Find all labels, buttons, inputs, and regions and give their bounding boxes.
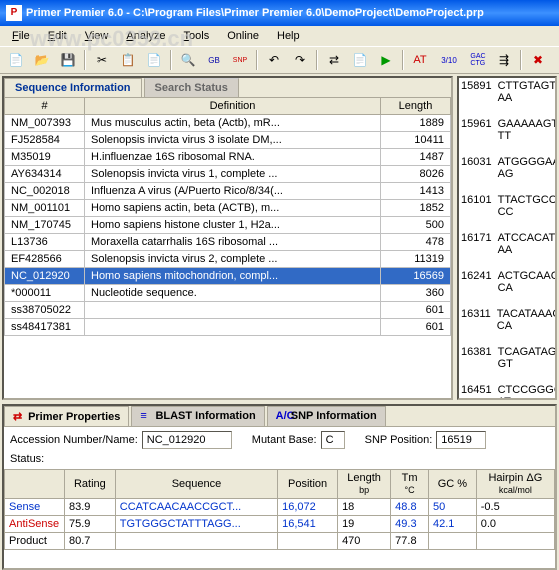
tab-snp-info[interactable]: A/C SNP Information <box>267 406 386 426</box>
tool-play[interactable]: ▶ <box>374 49 398 71</box>
separator <box>84 50 86 70</box>
tab-search-status[interactable]: Search Status <box>144 78 239 97</box>
table-row[interactable]: NM_170745Homo sapiens histone cluster 1,… <box>5 217 451 234</box>
bottom-pane: ⇄ Primer Properties ≡ BLAST Information … <box>2 404 557 570</box>
primer-row[interactable]: Sense83.9CCATCAACAACCGCT...16,0721848.85… <box>5 499 555 516</box>
tool-cut[interactable]: ✂ <box>90 49 114 71</box>
menu-file[interactable]: File <box>4 28 38 44</box>
pcol-len[interactable]: Lengthbp <box>338 470 391 499</box>
tool-at[interactable]: AT <box>408 49 432 71</box>
tool-paste[interactable]: 📄 <box>142 49 166 71</box>
sequence-line: 15961GAAAAAGTCT TT <box>461 118 553 142</box>
window-title: Primer Premier 6.0 - C:\Program Files\Pr… <box>26 7 484 19</box>
acc-label: Accession Number/Name: <box>10 434 138 446</box>
sequence-line: 16031ATGGGGAAGC AG <box>461 156 553 180</box>
table-row[interactable]: AY634314Solenopsis invicta virus 1, comp… <box>5 166 451 183</box>
sequence-line: 16101TTACTGCCAG CC <box>461 194 553 218</box>
table-row[interactable]: M35019H.influenzae 16S ribosomal RNA.148… <box>5 149 451 166</box>
tool-open[interactable]: 📂 <box>30 49 54 71</box>
table-row[interactable]: NC_002018Influenza A virus (A/Puerto Ric… <box>5 183 451 200</box>
tool-ratio[interactable]: 3/10 <box>434 49 464 71</box>
status-label: Status: <box>10 453 44 465</box>
col-def[interactable]: Definition <box>85 98 381 115</box>
app-icon: P <box>6 5 22 21</box>
table-row[interactable]: ss38705022601 <box>5 302 451 319</box>
sequence-table: # Definition Length NM_007393Mus musculu… <box>4 97 451 336</box>
sequence-viewer[interactable]: 15891CTTGTAGTAT AA 15961GAAAAAGTCT TT 1603… <box>457 76 557 400</box>
tool-gac[interactable]: GACCTG <box>466 49 490 71</box>
table-row[interactable]: NM_001101Homo sapiens actin, beta (ACTB)… <box>5 200 451 217</box>
pcol-blank[interactable] <box>5 470 65 499</box>
tool-new[interactable]: 📄 <box>4 49 28 71</box>
acc-input[interactable] <box>142 431 232 449</box>
col-len[interactable]: Length <box>381 98 451 115</box>
menu-view[interactable]: View <box>77 28 117 44</box>
menu-edit[interactable]: Edit <box>40 28 75 44</box>
tab-primer-properties[interactable]: ⇄ Primer Properties <box>4 406 129 426</box>
separator <box>170 50 172 70</box>
tool-save[interactable]: 💾 <box>56 49 80 71</box>
pcol-rating[interactable]: Rating <box>65 470 116 499</box>
sequence-line: 16381TCAGATAGGG GT <box>461 346 553 370</box>
separator <box>520 50 522 70</box>
menu-tools[interactable]: Tools <box>176 28 218 44</box>
separator <box>316 50 318 70</box>
menu-analyze[interactable]: Analyze <box>118 28 173 44</box>
mut-label: Mutant Base: <box>252 434 317 446</box>
primer-table: Rating Sequence Position Lengthbp Tm°C G… <box>4 469 555 550</box>
col-num[interactable]: # <box>5 98 85 115</box>
snp-input[interactable] <box>436 431 486 449</box>
tool-copy[interactable]: 📋 <box>116 49 140 71</box>
primer-row[interactable]: Product80.747077.8 <box>5 533 555 550</box>
pcol-seq[interactable]: Sequence <box>115 470 277 499</box>
separator <box>256 50 258 70</box>
separator <box>402 50 404 70</box>
primer-row[interactable]: AntiSense75.9TGTGGGCTATTTAGG...16,541194… <box>5 516 555 533</box>
menu-help[interactable]: Help <box>269 28 308 44</box>
pcol-gc[interactable]: GC % <box>429 470 477 499</box>
pcol-tm[interactable]: Tm°C <box>391 470 429 499</box>
pcol-pos[interactable]: Position <box>278 470 338 499</box>
tool-gb[interactable]: GB <box>202 49 226 71</box>
toolbar: 📄 📂 💾 ✂ 📋 📄 🔍 GB SNP ↶ ↷ ⇄ 📄 ▶ AT 3/10 G… <box>0 46 559 74</box>
left-pane: Sequence Information Search Status # Def… <box>2 76 453 400</box>
sequence-line: 16171ATCCACATCA AA <box>461 232 553 256</box>
table-row[interactable]: ss48417381601 <box>5 319 451 336</box>
table-row[interactable]: FJ528584Solenopsis invicta virus 3 isola… <box>5 132 451 149</box>
tool-snp[interactable]: SNP <box>228 49 252 71</box>
pcol-hp[interactable]: Hairpin ΔGkcal/mol <box>476 470 554 499</box>
tool-undo[interactable]: ↶ <box>262 49 286 71</box>
snp-label: SNP Position: <box>365 434 433 446</box>
tool-close[interactable]: ✖ <box>526 49 550 71</box>
tab-sequence-info[interactable]: Sequence Information <box>4 78 142 97</box>
tool-search[interactable]: 🔍 <box>176 49 200 71</box>
table-row[interactable]: EF428566Solenopsis invicta virus 2, comp… <box>5 251 451 268</box>
sequence-table-wrap[interactable]: # Definition Length NM_007393Mus musculu… <box>4 97 451 398</box>
table-row[interactable]: *000011Nucleotide sequence.360 <box>5 285 451 302</box>
sequence-line: 16241ACTGCAACTC CA <box>461 270 553 294</box>
menu-online[interactable]: Online <box>219 28 267 44</box>
tool-shuffle[interactable]: ⇶ <box>492 49 516 71</box>
menubar: File Edit View Analyze Tools Online Help <box>0 26 559 46</box>
table-row[interactable]: NM_007393Mus musculus actin, beta (Actb)… <box>5 115 451 132</box>
sequence-line: 16451CTCCGGGCCC AT <box>461 384 553 400</box>
sequence-line: 15891CTTGTAGTAT AA <box>461 80 553 104</box>
mut-input[interactable] <box>321 431 345 449</box>
tool-redo[interactable]: ↷ <box>288 49 312 71</box>
primer-table-wrap[interactable]: Rating Sequence Position Lengthbp Tm°C G… <box>4 469 555 568</box>
titlebar: P Primer Premier 6.0 - C:\Program Files\… <box>0 0 559 26</box>
sequence-line: 16311TACATAAAGC CA <box>461 308 553 332</box>
tool-swap[interactable]: ⇄ <box>322 49 346 71</box>
tab-blast-info[interactable]: ≡ BLAST Information <box>131 406 264 426</box>
table-row[interactable]: L13736Moraxella catarrhalis 16S ribosoma… <box>5 234 451 251</box>
tool-doc[interactable]: 📄 <box>348 49 372 71</box>
table-row[interactable]: NC_012920Homo sapiens mitochondrion, com… <box>5 268 451 285</box>
